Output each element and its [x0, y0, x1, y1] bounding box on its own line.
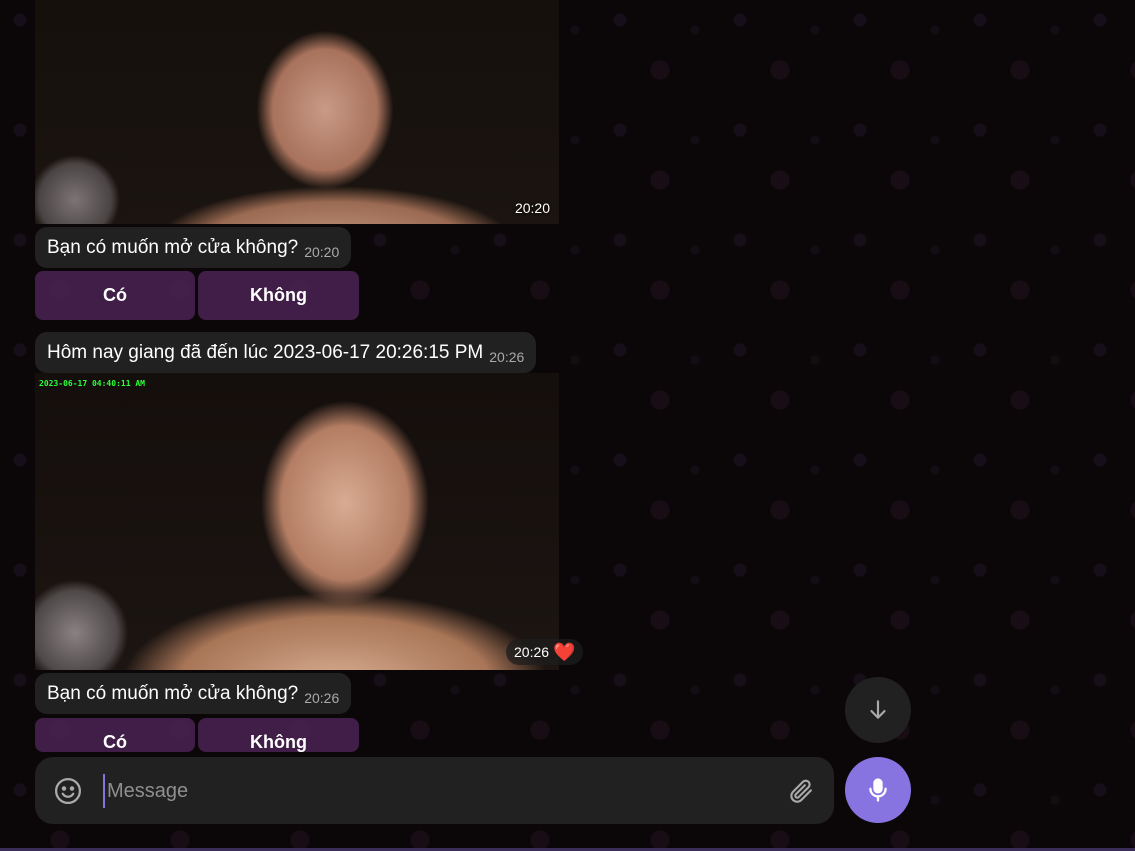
emoji-button[interactable] — [52, 775, 84, 807]
message-text: Bạn có muốn mở cửa không? — [47, 236, 299, 258]
text-message[interactable]: Bạn có muốn mở cửa không? 20:26 — [35, 673, 352, 714]
microphone-icon — [869, 778, 887, 802]
message-time: 20:20 — [514, 200, 550, 216]
yes-button[interactable]: Có — [35, 271, 195, 320]
inline-keyboard: Có Không — [35, 271, 359, 320]
camera-timestamp: 2023-06-17 04:40:11 AM — [39, 379, 145, 388]
message-time: 20:26 — [489, 348, 525, 365]
arrow-down-icon — [870, 700, 886, 719]
message-time: 20:20 — [304, 243, 340, 260]
inline-keyboard: Có Không — [35, 718, 359, 752]
text-message[interactable]: Bạn có muốn mở cửa không? 20:20 — [35, 227, 352, 268]
no-button[interactable]: Không — [198, 718, 359, 752]
message-composer — [35, 757, 834, 824]
smile-icon — [55, 778, 81, 804]
yes-button[interactable]: Có — [35, 718, 195, 752]
chat-area[interactable]: 20:20 Bạn có muốn mở cửa không? 20:20 Có… — [0, 0, 1135, 851]
photo-message[interactable]: 2023-06-17 04:40:11 AM — [35, 373, 559, 670]
no-button[interactable]: Không — [198, 271, 359, 320]
photo-message[interactable]: 20:20 — [35, 0, 559, 224]
heart-icon[interactable]: ❤️ — [553, 643, 575, 661]
message-meta: 20:26 ❤️ — [506, 639, 584, 665]
attach-button[interactable] — [786, 776, 816, 806]
webcam-photo — [35, 0, 559, 224]
voice-record-button[interactable] — [845, 757, 911, 823]
message-text: Hôm nay giang đã đến lúc 2023-06-17 20:2… — [47, 341, 484, 363]
message-time: 20:26 — [304, 689, 340, 706]
paperclip-icon — [790, 779, 812, 803]
message-text: Bạn có muốn mở cửa không? — [47, 682, 299, 704]
text-message[interactable]: Hôm nay giang đã đến lúc 2023-06-17 20:2… — [35, 332, 537, 373]
message-time: 20:26 — [514, 644, 550, 660]
scroll-down-button[interactable] — [845, 677, 911, 743]
message-input[interactable] — [103, 774, 763, 808]
webcam-photo — [35, 373, 559, 670]
